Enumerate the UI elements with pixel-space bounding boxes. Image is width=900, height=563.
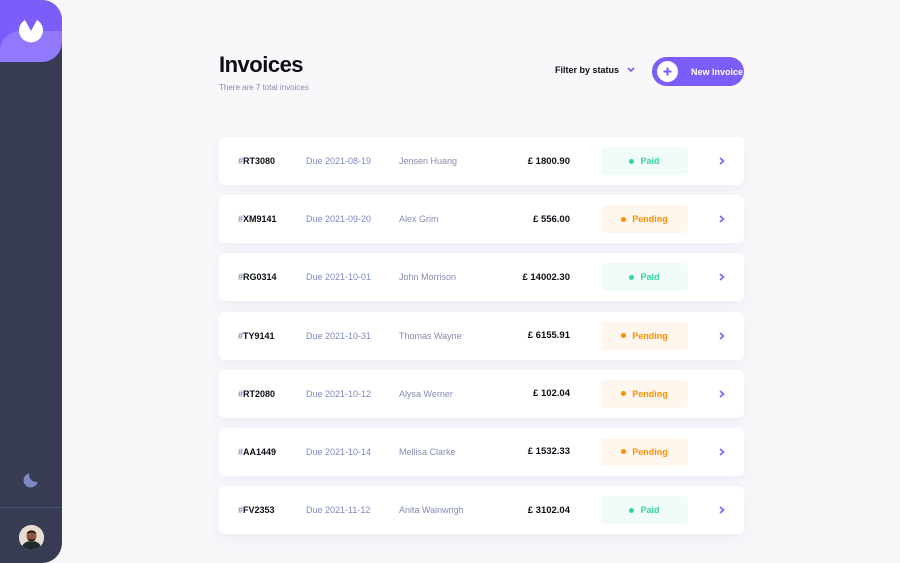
invoice-amount: £ 14002.30 xyxy=(522,271,570,283)
invoice-id-value: XM9141 xyxy=(243,214,277,225)
status-dot xyxy=(621,216,627,222)
invoice-row[interactable]: # RG0314 Due 2021-10-01 John Morrison £ 1400… xyxy=(219,253,744,302)
status-label: Pending xyxy=(632,446,668,457)
logo-icon xyxy=(19,20,43,43)
chevron-right-icon[interactable] xyxy=(719,506,725,514)
invoice-client-name: Anita Wainwrigh xyxy=(399,505,464,516)
invoice-row[interactable]: # RT2080 Due 2021-10-12 Alysa Werner £ 102.0… xyxy=(219,369,744,418)
invoice-client-name: John Morrison xyxy=(399,272,457,283)
invoice-amount: £ 102.04 xyxy=(533,388,570,400)
invoice-id-value: RT3080 xyxy=(243,156,276,166)
status-badge: Pending xyxy=(601,205,688,234)
invoice-id-value: RT2080 xyxy=(243,388,276,399)
status-dot xyxy=(629,274,635,280)
chevron-down-icon xyxy=(627,67,635,73)
invoice-amount: £ 1800.90 xyxy=(527,155,570,167)
invoice-amount: £ 1532.33 xyxy=(527,446,570,458)
invoice-id-value: TY9141 xyxy=(243,330,275,341)
plus-icon xyxy=(657,61,678,82)
invoice-id: # FV2353 xyxy=(238,486,275,534)
invoice-client-name: Alysa Werner xyxy=(399,388,453,399)
chevron-right-icon[interactable] xyxy=(719,331,725,340)
sidebar-divider xyxy=(0,507,62,508)
invoice-amount: £ 3102.04 xyxy=(527,504,570,516)
invoice-row[interactable]: # RT3080 Due 2021-08-19 Jensen Huang £ 1800.… xyxy=(219,137,744,185)
invoice-id-value: RG0314 xyxy=(243,272,277,283)
invoice-row[interactable]: # XM9141 Due 2021-09-20 Alex Grim £ 556.00 Pe… xyxy=(219,195,744,244)
invoice-id: # AA1449 xyxy=(238,428,276,476)
status-badge: Pending xyxy=(601,321,688,350)
sidebar xyxy=(0,0,62,563)
new-invoice-label: New Invoice xyxy=(691,66,744,77)
invoice-id: # RT2080 xyxy=(238,370,275,418)
invoice-client-name: Jensen Huang xyxy=(399,156,458,166)
status-badge: Pending xyxy=(601,437,688,466)
filter-label: Filter by status xyxy=(555,65,620,75)
status-dot xyxy=(621,333,627,339)
filter-dropdown[interactable]: Filter by status xyxy=(555,65,635,75)
status-label: Paid xyxy=(640,272,660,283)
status-badge: Paid xyxy=(601,147,688,175)
invoice-due-date: Due 2021-10-12 xyxy=(306,388,372,399)
invoice-row[interactable]: # TY9141 Due 2021-10-31 Thomas Wayne £ 6155.… xyxy=(219,311,744,360)
invoice-client-name: Mellisa Clarke xyxy=(399,446,456,457)
invoice-due-date: Due 2021-10-01 xyxy=(306,272,372,283)
chevron-right-icon[interactable] xyxy=(719,273,725,281)
invoice-list: # RT3080 Due 2021-08-19 Jensen Huang £ 1800.… xyxy=(219,137,744,544)
invoice-id: # XM9141 xyxy=(238,195,277,243)
moon-icon[interactable] xyxy=(23,473,38,488)
invoice-client-name: Thomas Wayne xyxy=(399,330,462,341)
avatar[interactable] xyxy=(19,525,44,550)
chevron-right-icon[interactable] xyxy=(719,215,725,223)
invoice-id-value: AA1449 xyxy=(243,446,277,457)
invoice-id-value: FV2353 xyxy=(243,505,275,516)
status-dot xyxy=(621,449,627,455)
invoice-row[interactable]: # FV2353 Due 2021-11-12 Anita Wainwrigh £ 31… xyxy=(219,486,744,535)
chevron-right-icon[interactable] xyxy=(719,448,725,456)
status-badge: Paid xyxy=(601,496,688,525)
new-invoice-button[interactable]: New Invoice xyxy=(652,57,744,86)
invoice-amount: £ 6155.91 xyxy=(527,330,570,342)
status-badge: Pending xyxy=(601,379,688,408)
status-dot xyxy=(629,158,635,164)
status-label: Pending xyxy=(632,388,668,399)
status-label: Paid xyxy=(640,156,660,166)
invoice-due-date: Due 2021-10-14 xyxy=(306,446,372,457)
invoice-amount: £ 556.00 xyxy=(533,213,570,225)
status-dot xyxy=(629,507,635,513)
invoice-due-date: Due 2021-10-31 xyxy=(306,330,372,341)
status-label: Pending xyxy=(632,214,668,225)
chevron-right-icon[interactable] xyxy=(719,157,725,165)
invoice-row[interactable]: # AA1449 Due 2021-10-14 Mellisa Clarke £ 153… xyxy=(219,427,744,476)
status-label: Paid xyxy=(640,505,660,516)
invoice-id: # RT3080 xyxy=(238,137,275,185)
status-dot xyxy=(621,391,627,397)
invoice-due-date: Due 2021-09-20 xyxy=(306,214,372,225)
invoice-count: There are 7 total invoices xyxy=(219,83,309,92)
status-label: Pending xyxy=(632,330,668,341)
status-badge: Paid xyxy=(601,263,688,292)
app-logo[interactable] xyxy=(0,0,62,62)
invoice-client-name: Alex Grim xyxy=(399,214,439,225)
page-title: Invoices xyxy=(219,52,304,77)
invoice-due-date: Due 2021-11-12 xyxy=(306,505,371,516)
invoice-due-date: Due 2021-08-19 xyxy=(306,156,372,166)
invoice-id: # TY9141 xyxy=(238,312,275,360)
invoice-id: # RG0314 xyxy=(238,253,277,301)
chevron-right-icon[interactable] xyxy=(719,390,725,398)
